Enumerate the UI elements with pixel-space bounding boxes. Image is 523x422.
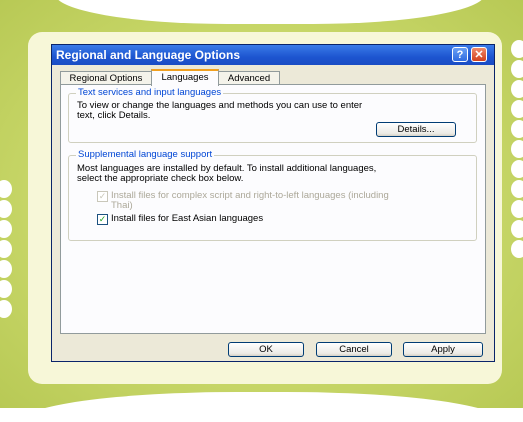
tab-advanced[interactable]: Advanced [218, 71, 280, 85]
regional-language-options-dialog: Regional and Language Options ? ✕ Region… [51, 44, 495, 362]
east-asian-label: Install files for East Asian languages [111, 213, 264, 224]
supplemental-language-group: Supplemental language support Most langu… [68, 149, 477, 241]
cancel-button[interactable]: Cancel [316, 342, 392, 357]
languages-tab-page: Text services and input languages To vie… [60, 84, 486, 334]
ok-button[interactable]: OK [228, 342, 304, 357]
details-button[interactable]: Details... [376, 122, 456, 137]
text-services-group: Text services and input languages To vie… [68, 87, 477, 143]
text-services-legend: Text services and input languages [76, 87, 224, 98]
complex-script-checkbox[interactable]: ✓ [97, 191, 108, 202]
text-services-desc-line2: text, click Details. [77, 110, 151, 121]
east-asian-checkbox[interactable]: ✓ [97, 214, 108, 225]
apply-button[interactable]: Apply [403, 342, 483, 357]
supplemental-desc-line2: select the appropriate check box below. [77, 173, 244, 184]
complex-script-label-line2: Thai) [111, 200, 133, 211]
frame-scallops-right [511, 0, 523, 408]
title-bar[interactable]: Regional and Language Options ? ✕ [52, 45, 494, 65]
tab-regional-options[interactable]: Regional Options [60, 71, 152, 85]
complex-script-label-line1: Install files for complex script and rig… [111, 190, 389, 201]
tab-languages[interactable]: Languages [151, 69, 219, 86]
frame-scallops-left [0, 0, 12, 408]
help-button[interactable]: ? [452, 47, 468, 62]
close-button[interactable]: ✕ [471, 47, 487, 62]
window-title: Regional and Language Options [56, 48, 241, 62]
supplemental-legend: Supplemental language support [76, 149, 215, 160]
